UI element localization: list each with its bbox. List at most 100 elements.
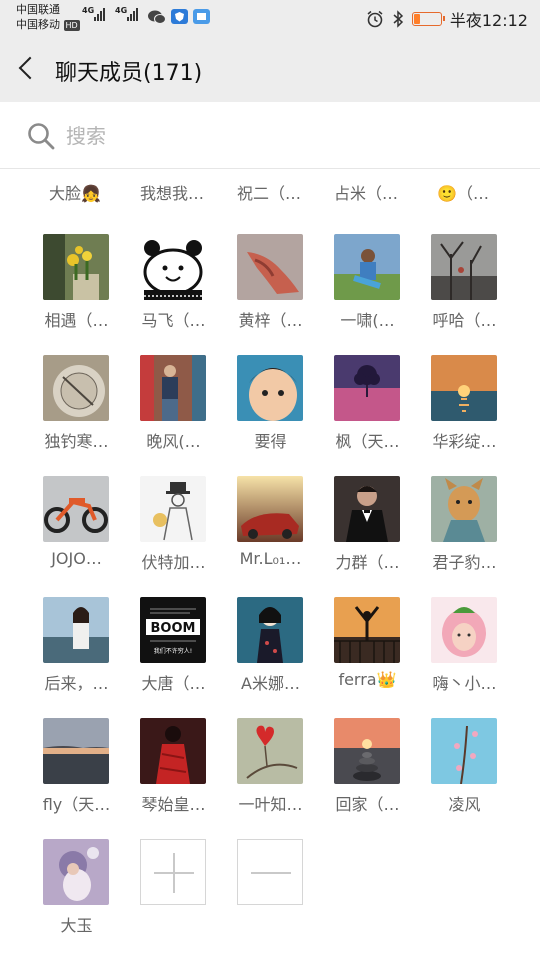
member-row-partial: 大脸👧 我想我… 祝二（… 占米（… 🙂（… xyxy=(0,180,540,214)
member-item[interactable]: 相遇（… xyxy=(28,234,125,344)
member-name: A米娜… xyxy=(241,674,300,693)
member-name: fly（天… xyxy=(42,795,111,814)
avatar xyxy=(334,718,400,784)
member-name: 华彩绽… xyxy=(432,432,497,451)
bluetooth-icon xyxy=(393,10,403,28)
carrier-1: 中国联通 xyxy=(16,3,60,16)
member-name: 回家（… xyxy=(335,795,400,814)
member-item[interactable]: 大玉 xyxy=(28,839,125,949)
member-item[interactable]: 一叶知… xyxy=(222,718,319,828)
member-name: 一啸(… xyxy=(340,311,395,330)
member-item[interactable]: 华彩绽… xyxy=(416,355,513,465)
member-item[interactable]: Mr.L₀₁… xyxy=(222,476,319,586)
carrier-info: 中国联通 中国移动 HD xyxy=(16,2,80,32)
member-item[interactable]: 马飞（… xyxy=(125,234,222,344)
member-name: Mr.L₀₁… xyxy=(239,549,302,568)
member-item[interactable]: 力群（… xyxy=(319,476,416,586)
search-icon xyxy=(28,123,55,150)
avatar xyxy=(43,234,109,300)
avatar xyxy=(334,355,400,421)
avatar xyxy=(237,234,303,300)
member-item[interactable]: 黄梓（… xyxy=(222,234,319,344)
wechat-icon xyxy=(148,10,166,24)
avatar xyxy=(431,355,497,421)
member-name: 后来，… xyxy=(44,674,109,693)
battery-icon xyxy=(411,12,445,26)
member-item[interactable]: 嗨丶小… xyxy=(416,597,513,707)
avatar xyxy=(431,234,497,300)
member-item[interactable]: fly（天… xyxy=(28,718,125,828)
member-name[interactable]: 大脸👧 xyxy=(31,180,119,204)
member-item[interactable]: 回家（… xyxy=(319,718,416,828)
network-type-2: 4G xyxy=(115,6,128,15)
member-item[interactable]: 琴始皇… xyxy=(125,718,222,828)
add-member-button[interactable] xyxy=(140,839,206,905)
member-item[interactable]: 要得 xyxy=(222,355,319,465)
member-name: 相遇（… xyxy=(44,311,109,330)
avatar xyxy=(237,355,303,421)
page-title: 聊天成员(171) xyxy=(55,61,203,86)
member-name: 嗨丶小… xyxy=(432,674,497,693)
member-item[interactable]: 晚风(… xyxy=(125,355,222,465)
member-name: 大玉 xyxy=(60,916,93,935)
remove-member-button[interactable] xyxy=(237,839,303,905)
member-name: 凌风 xyxy=(448,795,481,814)
avatar xyxy=(140,234,206,300)
member-item[interactable]: 独钓寒… xyxy=(28,355,125,465)
member-name[interactable]: 占米（… xyxy=(322,180,410,204)
member-item[interactable]: 伏特加… xyxy=(125,476,222,586)
back-arrow-icon[interactable] xyxy=(12,52,42,86)
member-name: 晚风(… xyxy=(146,432,201,451)
avatar xyxy=(43,355,109,421)
member-name[interactable]: 🙂（… xyxy=(419,180,507,204)
avatar xyxy=(237,597,303,663)
member-item[interactable]: ferra👑 xyxy=(319,597,416,707)
member-item[interactable]: BOOM 我们不许穷人! 大唐（… xyxy=(125,597,222,707)
member-name: 枫（天… xyxy=(335,432,400,451)
member-name: JOJO… xyxy=(51,549,102,568)
member-item[interactable]: JOJO… xyxy=(28,476,125,586)
member-name: 大唐（… xyxy=(141,674,206,693)
alarm-icon xyxy=(367,10,383,28)
carrier-2: 中国移动 xyxy=(16,18,60,31)
avatar xyxy=(237,476,303,542)
member-item[interactable]: 凌风 xyxy=(416,718,513,828)
member-item[interactable]: 一啸(… xyxy=(319,234,416,344)
member-name[interactable]: 祝二（… xyxy=(225,180,313,204)
avatar xyxy=(334,234,400,300)
search-input[interactable] xyxy=(66,120,506,152)
member-item[interactable]: 后来，… xyxy=(28,597,125,707)
member-name: 要得 xyxy=(254,432,287,451)
member-name[interactable]: 我想我… xyxy=(128,180,216,204)
member-name: 琴始皇… xyxy=(141,795,206,814)
member-name: 独钓寒… xyxy=(44,432,109,451)
avatar xyxy=(237,718,303,784)
avatar xyxy=(431,597,497,663)
signal-icon xyxy=(94,8,105,21)
member-name: 一叶知… xyxy=(238,795,303,814)
avatar xyxy=(140,718,206,784)
member-item[interactable]: 君子豹… xyxy=(416,476,513,586)
app-icon xyxy=(193,9,210,24)
avatar xyxy=(334,597,400,663)
member-name: 伏特加… xyxy=(141,553,206,572)
signal-icon-2 xyxy=(127,8,138,21)
avatar xyxy=(334,476,400,542)
avatar xyxy=(43,839,109,905)
avatar-text-boom: BOOM xyxy=(151,621,196,636)
clock: 半夜12:12 xyxy=(449,11,528,30)
member-name: 呼哈（… xyxy=(432,311,497,330)
title-bar: 聊天成员(171) xyxy=(0,36,540,102)
avatar xyxy=(43,718,109,784)
avatar xyxy=(43,597,109,663)
avatar xyxy=(140,476,206,542)
search-bar xyxy=(0,102,540,169)
member-item[interactable]: 枫（天… xyxy=(319,355,416,465)
member-item[interactable]: 呼哈（… xyxy=(416,234,513,344)
avatar xyxy=(431,718,497,784)
member-name: 黄梓（… xyxy=(238,311,303,330)
member-name: 君子豹… xyxy=(432,553,497,572)
member-name: 力群（… xyxy=(335,553,400,572)
member-item[interactable]: A米娜… xyxy=(222,597,319,707)
avatar-text-caption: 我们不许穷人! xyxy=(154,647,192,655)
